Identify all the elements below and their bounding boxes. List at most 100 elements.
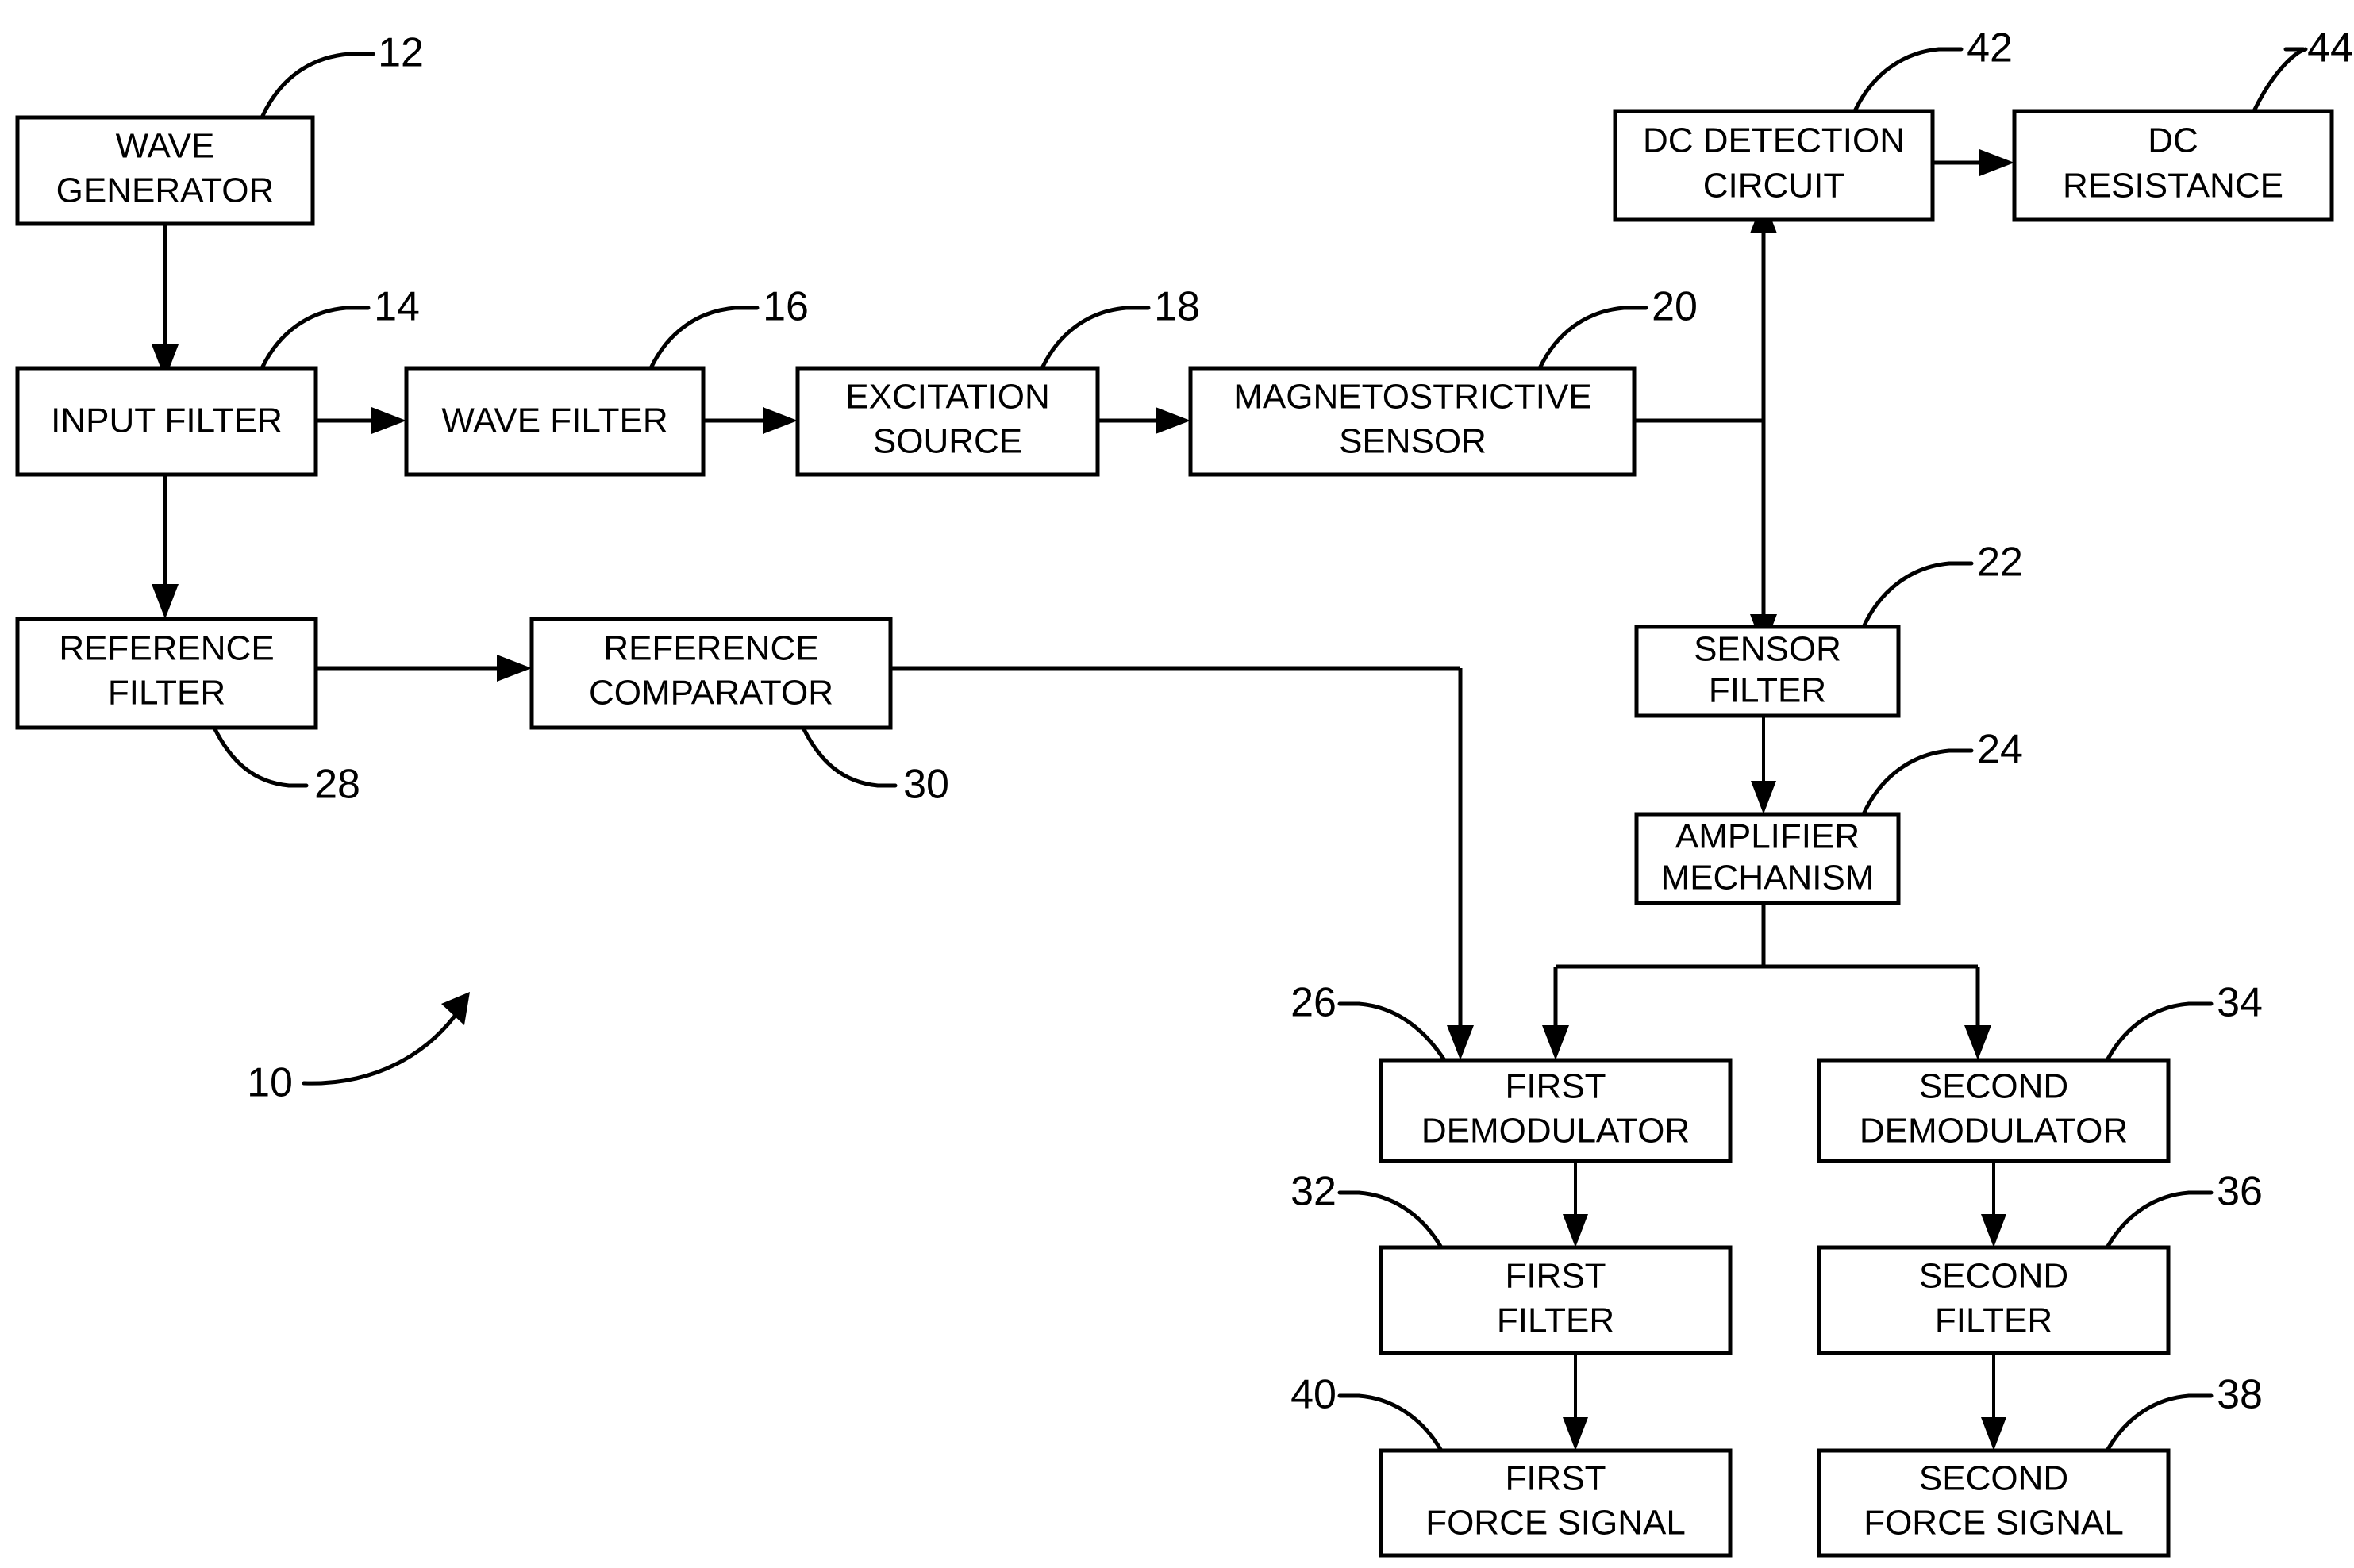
block-dc-resistance-line2: RESISTANCE (2063, 167, 2283, 206)
connector-comparator-to-first-demodulator (890, 666, 1474, 1060)
block-first-filter[interactable]: FIRST FILTER (1379, 1245, 1733, 1355)
figure-reference-pointer: 10 (247, 992, 470, 1106)
ref-numeral-30: 30 (903, 762, 949, 808)
leader-42: 42 (1852, 25, 2013, 113)
block-excitation-source[interactable]: EXCITATION SOURCE (795, 366, 1100, 477)
ref-numeral-10: 10 (247, 1060, 293, 1106)
block-first-demodulator-line2: DEMODULATOR (1421, 1112, 1690, 1151)
ref-numeral-18: 18 (1154, 284, 1200, 330)
leader-24: 24 (1861, 727, 2023, 817)
block-wave-generator[interactable]: WAVE GENERATOR (15, 115, 315, 226)
block-second-demodulator-line2: DEMODULATOR (1860, 1112, 2128, 1151)
block-excitation-source-line2: SOURCE (873, 422, 1022, 461)
block-dc-detection-circuit-line2: CIRCUIT (1703, 167, 1844, 206)
connector-sensor-output-bus (1634, 198, 1777, 649)
block-dc-resistance-line1: DC (2148, 121, 2198, 160)
ref-numeral-16: 16 (763, 284, 809, 330)
ref-numeral-32: 32 (1290, 1169, 1337, 1215)
block-first-demodulator-line1: FIRST (1505, 1067, 1606, 1106)
ref-numeral-34: 34 (2217, 980, 2263, 1026)
block-reference-comparator-line1: REFERENCE (603, 629, 818, 668)
connector-inputfilter-to-referencefilter (152, 475, 179, 619)
block-sensor-filter[interactable]: SENSOR FILTER (1634, 625, 1901, 718)
leader-38: 38 (2105, 1372, 2263, 1453)
leader-20: 20 (1537, 284, 1698, 371)
block-wave-filter[interactable]: WAVE FILTER (404, 366, 706, 477)
block-wave-generator-line2: GENERATOR (56, 171, 275, 210)
block-second-filter[interactable]: SECOND FILTER (1817, 1245, 2171, 1355)
block-first-force-signal[interactable]: FIRST FORCE SIGNAL (1379, 1448, 1733, 1558)
ref-numeral-28: 28 (314, 762, 360, 808)
leader-14: 14 (260, 284, 420, 371)
leader-12: 12 (260, 30, 424, 120)
block-reference-filter-line2: FILTER (108, 674, 225, 713)
leader-40: 40 (1290, 1372, 1444, 1453)
block-second-force-signal[interactable]: SECOND FORCE SIGNAL (1817, 1448, 2171, 1558)
block-wave-generator-line1: WAVE (116, 127, 215, 166)
block-amplifier-mechanism[interactable]: AMPLIFIER MECHANISM (1634, 812, 1901, 905)
block-dc-detection-circuit[interactable]: DC DETECTION CIRCUIT (1613, 109, 1935, 222)
leader-26: 26 (1290, 980, 1447, 1063)
block-second-demodulator-line1: SECOND (1919, 1067, 2068, 1106)
block-dc-detection-circuit-line1: DC DETECTION (1643, 121, 1905, 160)
block-magnetostrictive-sensor-line2: SENSOR (1339, 422, 1487, 461)
connector-wavefilter-to-excitation (703, 407, 798, 434)
block-second-force-signal-line1: SECOND (1919, 1459, 2068, 1498)
block-first-demodulator[interactable]: FIRST DEMODULATOR (1379, 1058, 1733, 1163)
connector-secondfilter-to-secondforce (1981, 1353, 2006, 1451)
leader-32: 32 (1290, 1169, 1444, 1250)
leader-28: 28 (212, 725, 360, 808)
block-dc-resistance[interactable]: DC RESISTANCE (2012, 109, 2334, 222)
block-amplifier-mechanism-line1: AMPLIFIER (1675, 817, 1860, 856)
connector-amplifier-split (1542, 894, 1991, 1060)
connector-wavegen-to-inputfilter (152, 224, 179, 379)
block-first-force-signal-line2: FORCE SIGNAL (1425, 1504, 1686, 1543)
connector-dcdetection-to-dcresistance (1933, 149, 2014, 176)
connector-seconddemod-to-secondfilter (1981, 1161, 2006, 1247)
leader-36: 36 (2105, 1169, 2263, 1250)
block-input-filter-label: INPUT FILTER (51, 402, 283, 440)
block-second-filter-line1: SECOND (1919, 1257, 2068, 1296)
connector-referencefilter-to-comparator (316, 655, 532, 682)
block-reference-filter[interactable]: REFERENCE FILTER (15, 617, 318, 730)
ref-numeral-38: 38 (2217, 1372, 2263, 1418)
block-magnetostrictive-sensor[interactable]: MAGNETOSTRICTIVE SENSOR (1188, 366, 1637, 477)
block-first-force-signal-line1: FIRST (1505, 1459, 1606, 1498)
connector-firstfilter-to-firstforce (1563, 1353, 1588, 1451)
leader-16: 16 (648, 284, 809, 371)
connector-firstdemod-to-firstfilter (1563, 1161, 1588, 1247)
ref-numeral-20: 20 (1652, 284, 1698, 330)
ref-numeral-26: 26 (1290, 980, 1337, 1026)
block-reference-comparator-line2: COMPARATOR (589, 674, 833, 713)
ref-numeral-44: 44 (2307, 25, 2353, 71)
connector-sensorfilter-to-amplifier (1751, 716, 1776, 814)
connector-excitation-to-sensor (1098, 407, 1190, 434)
block-amplifier-mechanism-line2: MECHANISM (1661, 859, 1875, 897)
block-second-filter-line2: FILTER (1935, 1301, 2052, 1340)
block-wave-filter-label: WAVE FILTER (441, 402, 667, 440)
block-reference-filter-line1: REFERENCE (59, 629, 274, 668)
ref-numeral-40: 40 (1290, 1372, 1337, 1418)
connector-inputfilter-to-wavefilter (316, 407, 406, 434)
block-sensor-filter-line1: SENSOR (1694, 630, 1841, 669)
ref-numeral-36: 36 (2217, 1169, 2263, 1215)
leader-22: 22 (1861, 540, 2023, 629)
leader-30: 30 (801, 725, 949, 808)
block-reference-comparator[interactable]: REFERENCE COMPARATOR (529, 617, 893, 730)
ref-numeral-24: 24 (1977, 727, 2023, 773)
leader-44: 44 (2252, 25, 2353, 113)
block-second-demodulator[interactable]: SECOND DEMODULATOR (1817, 1058, 2171, 1163)
block-diagram-canvas: WAVE GENERATOR 12 INPUT FILTER 14 WAVE F… (15, 25, 2353, 1558)
ref-numeral-14: 14 (374, 284, 420, 330)
block-input-filter[interactable]: INPUT FILTER (15, 366, 318, 477)
block-first-filter-line1: FIRST (1505, 1257, 1606, 1296)
block-sensor-filter-line2: FILTER (1709, 671, 1826, 710)
patent-figure: WAVE GENERATOR 12 INPUT FILTER 14 WAVE F… (0, 0, 2354, 1568)
ref-numeral-12: 12 (378, 30, 424, 76)
leader-18: 18 (1040, 284, 1200, 371)
block-first-filter-line2: FILTER (1497, 1301, 1614, 1340)
ref-numeral-22: 22 (1977, 540, 2023, 586)
block-magnetostrictive-sensor-line1: MAGNETOSTRICTIVE (1233, 378, 1591, 417)
block-excitation-source-line1: EXCITATION (845, 378, 1050, 417)
leader-34: 34 (2105, 980, 2263, 1063)
